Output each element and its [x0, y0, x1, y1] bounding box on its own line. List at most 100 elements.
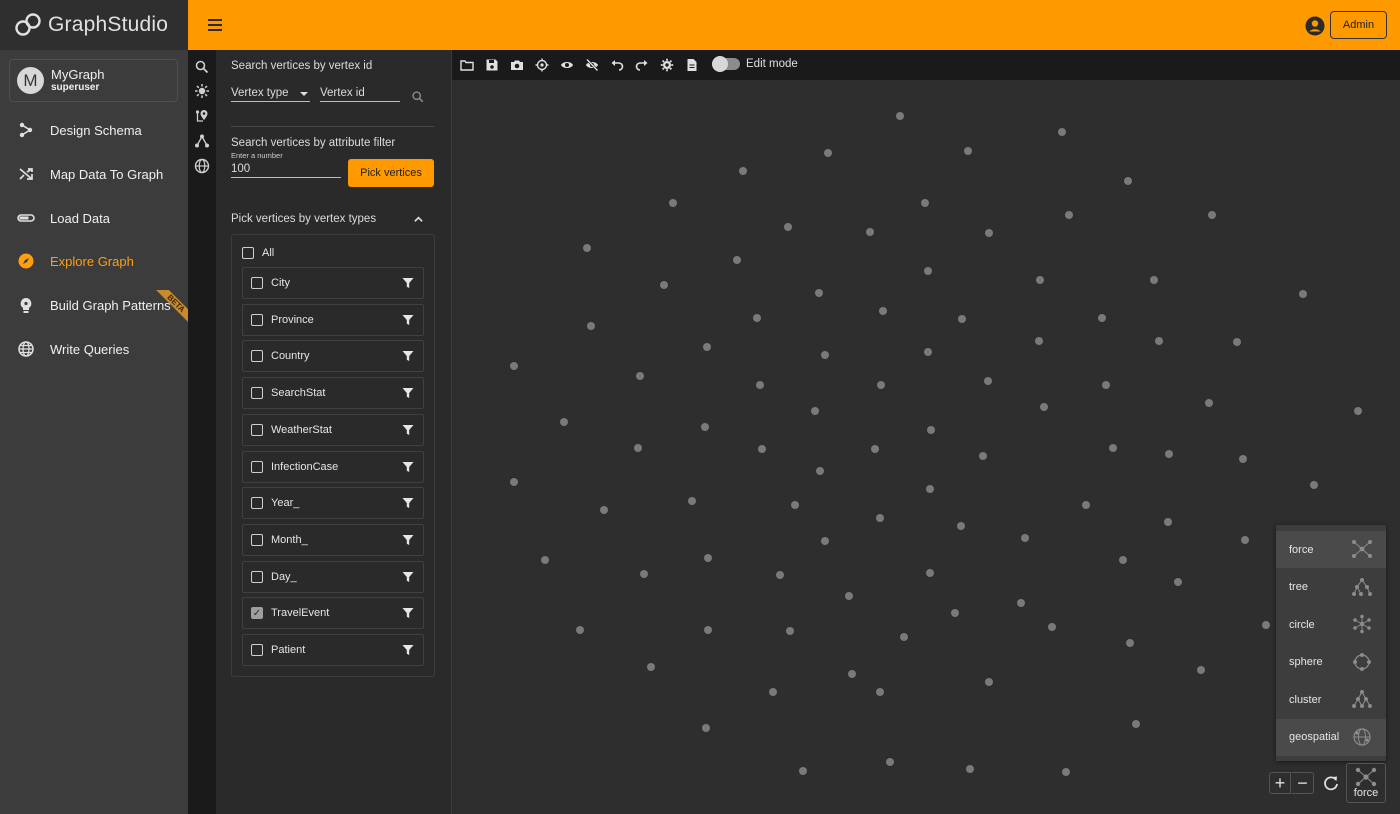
checkbox[interactable]	[251, 387, 263, 400]
vertex-type-row[interactable]: Year_	[242, 487, 424, 520]
graph-vertex[interactable]	[1233, 338, 1241, 346]
graph-vertex[interactable]	[1109, 444, 1117, 452]
logo[interactable]: GraphStudio	[0, 0, 188, 50]
graph-vertex[interactable]	[799, 767, 807, 775]
filter-icon[interactable]	[402, 644, 414, 656]
graph-vertex[interactable]	[957, 522, 965, 530]
vertex-type-row[interactable]: Day_	[242, 560, 424, 593]
vertex-type-row[interactable]: InfectionCase	[242, 450, 424, 483]
graph-vertex[interactable]	[886, 758, 894, 766]
graph-vertex[interactable]	[1354, 407, 1362, 415]
nav-item-write-queries[interactable]: Write Queries	[0, 329, 188, 369]
graph-vertex[interactable]	[758, 445, 766, 453]
graph-vertex[interactable]	[964, 147, 972, 155]
vertex-type-select[interactable]: Vertex type	[231, 87, 310, 102]
graph-vertex[interactable]	[821, 537, 829, 545]
eye-icon[interactable]	[560, 58, 574, 72]
checkbox[interactable]	[251, 350, 263, 363]
graph-vertex[interactable]	[791, 501, 799, 509]
filter-icon[interactable]	[402, 314, 414, 326]
graph-vertex[interactable]	[815, 289, 823, 297]
graph-selector[interactable]: M MyGraph superuser	[9, 59, 178, 102]
graph-vertex[interactable]	[756, 381, 764, 389]
graph-vertex[interactable]	[1132, 720, 1140, 728]
search-icon[interactable]	[411, 90, 425, 104]
layout-button[interactable]: force	[1346, 763, 1386, 803]
nav-item-explore-graph[interactable]: Explore Graph	[0, 241, 188, 281]
graph-vertex[interactable]	[753, 314, 761, 322]
graph-vertex[interactable]	[1082, 501, 1090, 509]
graph-vertex[interactable]	[985, 229, 993, 237]
graph-vertex[interactable]	[1241, 536, 1249, 544]
layout-option-sphere[interactable]: sphere	[1276, 644, 1386, 681]
pick-vertices-button[interactable]: Pick vertices	[348, 159, 434, 187]
filter-icon[interactable]	[402, 387, 414, 399]
graph-vertex[interactable]	[1197, 666, 1205, 674]
graph-vertex[interactable]	[821, 351, 829, 359]
vertex-type-row[interactable]: Province	[242, 303, 424, 336]
checkbox[interactable]	[251, 644, 263, 656]
graph-algorithm-icon[interactable]	[194, 133, 210, 149]
filter-icon[interactable]	[402, 607, 414, 619]
graph-vertex[interactable]	[1124, 177, 1132, 185]
graph-vertex[interactable]	[704, 626, 712, 634]
layout-option-circle[interactable]: circle	[1276, 606, 1386, 643]
graph-vertex[interactable]	[1299, 290, 1307, 298]
nav-item-map-data[interactable]: Map Data To Graph	[0, 154, 188, 194]
filter-icon[interactable]	[402, 424, 414, 436]
vertex-id-input[interactable]: Vertex id	[320, 87, 400, 102]
graph-vertex[interactable]	[1035, 337, 1043, 345]
graph-vertex[interactable]	[926, 569, 934, 577]
vertex-type-row[interactable]: City	[242, 267, 424, 299]
graph-vertex[interactable]	[541, 556, 549, 564]
graph-vertex[interactable]	[1262, 621, 1270, 629]
graph-vertex[interactable]	[576, 626, 584, 634]
graph-vertex[interactable]	[845, 592, 853, 600]
graph-vertex[interactable]	[951, 609, 959, 617]
graph-vertex[interactable]	[733, 256, 741, 264]
graph-vertex[interactable]	[784, 223, 792, 231]
layout-option-geospatial[interactable]: geospatial	[1276, 718, 1386, 756]
graph-vertex[interactable]	[848, 670, 856, 678]
graph-vertex[interactable]	[924, 267, 932, 275]
number-input[interactable]: 100	[231, 163, 341, 178]
graph-vertex[interactable]	[1119, 556, 1127, 564]
graph-vertex[interactable]	[1165, 450, 1173, 458]
graph-vertex[interactable]	[921, 199, 929, 207]
gear-icon[interactable]	[660, 58, 674, 72]
camera-icon[interactable]	[510, 58, 524, 72]
graph-vertex[interactable]	[877, 381, 885, 389]
graph-vertex[interactable]	[1062, 768, 1070, 776]
graph-vertex[interactable]	[702, 724, 710, 732]
graph-vertex[interactable]	[1174, 578, 1182, 586]
checkbox[interactable]	[251, 533, 263, 546]
graph-vertex[interactable]	[927, 426, 935, 434]
refresh-icon[interactable]	[1320, 772, 1342, 794]
zoom-in-button[interactable]: +	[1269, 772, 1291, 794]
graph-vertex[interactable]	[510, 478, 518, 486]
graph-vertex[interactable]	[1048, 623, 1056, 631]
graph-vertex[interactable]	[1017, 599, 1025, 607]
graph-vertex[interactable]	[871, 445, 879, 453]
graph-vertex[interactable]	[669, 199, 677, 207]
graph-vertex[interactable]	[776, 571, 784, 579]
graph-vertex[interactable]	[879, 307, 887, 315]
graph-vertex[interactable]	[1036, 276, 1044, 284]
graph-vertex[interactable]	[634, 444, 642, 452]
graph-vertex[interactable]	[1150, 276, 1158, 284]
graph-vertex[interactable]	[984, 377, 992, 385]
graph-vertex[interactable]	[560, 418, 568, 426]
filter-icon[interactable]	[402, 497, 414, 509]
document-icon[interactable]	[685, 58, 699, 72]
graph-vertex[interactable]	[876, 688, 884, 696]
globe-icon[interactable]	[194, 158, 210, 174]
graph-vertex[interactable]	[926, 485, 934, 493]
graph-vertex[interactable]	[688, 497, 696, 505]
graph-vertex[interactable]	[824, 149, 832, 157]
account-icon[interactable]	[1305, 16, 1325, 36]
locate-icon[interactable]	[535, 58, 549, 72]
checkbox[interactable]	[251, 313, 263, 326]
menu-icon[interactable]	[206, 16, 224, 34]
graph-vertex[interactable]	[1021, 534, 1029, 542]
checkbox[interactable]	[251, 277, 263, 289]
